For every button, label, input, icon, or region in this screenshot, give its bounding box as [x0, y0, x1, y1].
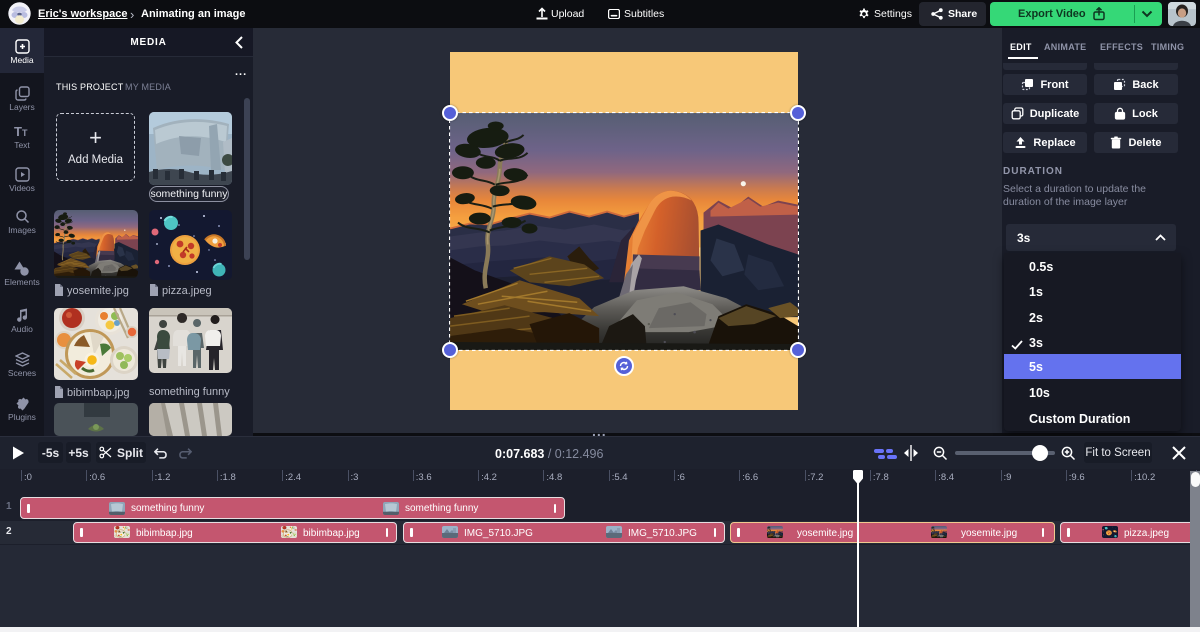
svg-text:T: T [14, 124, 22, 139]
svg-text:T: T [22, 128, 28, 138]
